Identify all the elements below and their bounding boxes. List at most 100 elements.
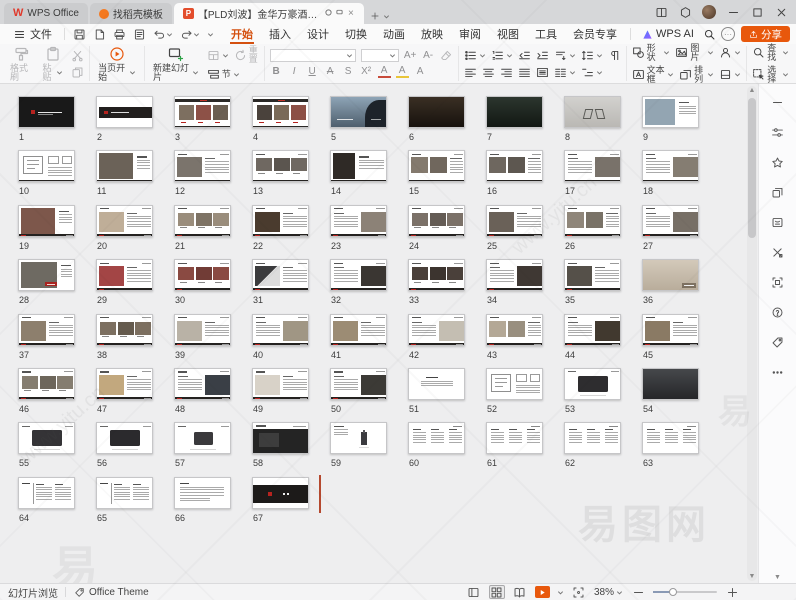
slide-thumbnail-39[interactable] [174, 314, 231, 346]
slide-thumbnail-8[interactable] [564, 96, 621, 128]
slide-thumbnail-9[interactable] [642, 96, 699, 128]
menu-tab-review[interactable]: 审阅 [451, 24, 489, 44]
scroll-down-icon[interactable]: ▼ [747, 573, 757, 580]
slide-thumbnail-52[interactable] [486, 368, 543, 400]
slide-thumbnail-36[interactable] [642, 259, 699, 291]
slide-thumbnail-44[interactable] [564, 314, 621, 346]
slide-thumbnail-14[interactable] [330, 150, 387, 182]
slide-thumbnail-50[interactable] [330, 368, 387, 400]
scrollbar-thumb[interactable] [748, 98, 756, 238]
menu-tab-design[interactable]: 设计 [299, 24, 337, 44]
assistant-icon[interactable] [674, 2, 696, 22]
slide-thumbnail-20[interactable] [96, 205, 153, 237]
slide-thumbnail-31[interactable] [252, 259, 309, 291]
slide-thumbnail-27[interactable] [642, 205, 699, 237]
menu-tab-member[interactable]: 会员专享 [565, 24, 625, 44]
slide-thumbnail-33[interactable] [408, 259, 465, 291]
menu-tab-transition[interactable]: 切换 [337, 24, 375, 44]
slide-thumbnail-19[interactable] [18, 205, 75, 237]
slide-thumbnail-58[interactable] [252, 422, 309, 454]
menu-tab-tools[interactable]: 工具 [527, 24, 565, 44]
play-options-chevron[interactable] [557, 589, 564, 596]
slide-thumbnail-46[interactable] [18, 368, 75, 400]
tag-icon[interactable] [769, 334, 787, 350]
slideshow-play-button[interactable] [535, 586, 550, 598]
slide-thumbnail-29[interactable] [96, 259, 153, 291]
slide-thumbnail-10[interactable] [18, 150, 75, 182]
menu-tab-home[interactable]: 开始 [223, 24, 261, 44]
slide-thumbnail-21[interactable] [174, 205, 231, 237]
resource-icon[interactable] [769, 214, 787, 230]
customize-toolbar-icon[interactable] [204, 30, 217, 39]
select-button[interactable]: 选择 [752, 66, 789, 84]
slide-thumbnail-60[interactable] [408, 422, 465, 454]
slide-thumbnail-23[interactable] [330, 205, 387, 237]
maximize-button[interactable] [746, 2, 768, 22]
user-avatar[interactable] [698, 2, 720, 22]
slide-thumbnail-5[interactable] [330, 96, 387, 128]
tab-wps-office[interactable]: W WPS Office [4, 3, 88, 24]
slide-thumbnail-51[interactable] [408, 368, 465, 400]
slide-thumbnail-34[interactable] [486, 259, 543, 291]
zoom-level[interactable]: 38% [594, 587, 623, 598]
slide-thumbnail-57[interactable] [174, 422, 231, 454]
slide-thumbnail-59[interactable] [330, 422, 387, 454]
slide-thumbnail-18[interactable] [642, 150, 699, 182]
tab-presentation[interactable]: P 【PLD刘波】金华万豪酒店 | × [174, 3, 364, 24]
help-icon[interactable] [769, 304, 787, 320]
toolbox-icon[interactable] [769, 244, 787, 260]
file-menu-button[interactable]: 文件 [6, 24, 59, 44]
export-pdf-icon[interactable] [90, 27, 109, 42]
slide-thumbnail-38[interactable] [96, 314, 153, 346]
scroll-up-icon[interactable]: ▲ [747, 87, 757, 94]
slide-thumbnail-16[interactable] [486, 150, 543, 182]
slide-thumbnail-64[interactable] [18, 477, 75, 509]
new-tab-button[interactable] [370, 11, 390, 24]
slide-thumbnail-49[interactable] [252, 368, 309, 400]
slide-thumbnail-40[interactable] [252, 314, 309, 346]
minimize-button[interactable] [722, 2, 744, 22]
fit-to-window-button[interactable] [571, 585, 587, 599]
slide-thumbnail-25[interactable] [486, 205, 543, 237]
slide-thumbnail-26[interactable] [564, 205, 621, 237]
wps-ai-button[interactable]: WPS AI [636, 28, 700, 40]
split-view-icon[interactable] [650, 2, 672, 22]
zoom-out-button[interactable] [630, 585, 646, 599]
close-button[interactable] [770, 2, 792, 22]
message-icon[interactable]: ··· [721, 27, 735, 41]
zoom-slider[interactable] [653, 591, 717, 593]
play-from-current-button[interactable]: 当页开始 [95, 46, 139, 82]
slide-thumbnail-6[interactable] [408, 96, 465, 128]
slide-thumbnail-43[interactable] [486, 314, 543, 346]
slide-thumbnail-11[interactable] [96, 150, 153, 182]
slide-sorter-view-button[interactable] [489, 585, 505, 599]
print-icon[interactable] [110, 27, 129, 42]
find-button[interactable]: 查找 [752, 44, 789, 62]
slide-thumbnail-55[interactable] [18, 422, 75, 454]
slide-thumbnail-28[interactable] [18, 259, 75, 291]
slide-thumbnail-56[interactable] [96, 422, 153, 454]
share-button[interactable]: 分享 [741, 26, 790, 42]
slide-thumbnail-1[interactable] [18, 96, 75, 128]
slide-thumbnail-30[interactable] [174, 259, 231, 291]
save-icon[interactable] [70, 27, 89, 42]
close-tab-icon[interactable]: × [347, 8, 355, 19]
slide-thumbnail-61[interactable] [486, 422, 543, 454]
menu-tab-animation[interactable]: 动画 [375, 24, 413, 44]
slide-thumbnail-67[interactable] [252, 477, 309, 509]
zoom-slider-handle[interactable] [669, 588, 677, 596]
slide-thumbnail-47[interactable] [96, 368, 153, 400]
star-icon[interactable] [769, 154, 787, 170]
collapse-icon[interactable] [769, 94, 787, 110]
slide-thumbnail-66[interactable] [174, 477, 231, 509]
slide-thumbnail-62[interactable] [564, 422, 621, 454]
slide-thumbnail-24[interactable] [408, 205, 465, 237]
slide-thumbnail-42[interactable] [408, 314, 465, 346]
search-icon[interactable] [700, 27, 719, 42]
slide-thumbnail-37[interactable] [18, 314, 75, 346]
menu-tab-view[interactable]: 视图 [489, 24, 527, 44]
reading-view-button[interactable] [512, 585, 528, 599]
slide-thumbnail-32[interactable] [330, 259, 387, 291]
slide-thumbnail-13[interactable] [252, 150, 309, 182]
properties-icon[interactable] [769, 124, 787, 140]
